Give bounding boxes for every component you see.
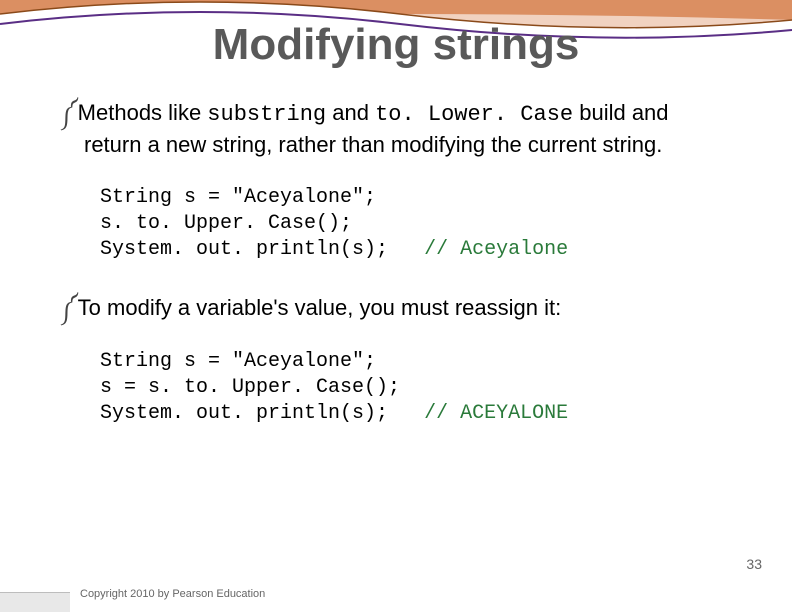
para2-text: To modify a variable's value, you must r…: [78, 295, 562, 320]
code1-comment: // Aceyalone: [424, 238, 568, 261]
code1-l2: s. to. Upper. Case();: [100, 212, 352, 235]
para1-code2: to. Lower. Case: [375, 102, 573, 127]
code2-l1: String s = "Aceyalone";: [100, 350, 376, 373]
slide-title: Modifying strings: [60, 20, 732, 70]
copyright-footer: Copyright 2010 by Pearson Education: [80, 588, 265, 600]
bullet-symbol-2: ༼: [60, 295, 78, 320]
code2-l3a: System. out. println(s);: [100, 402, 424, 425]
para1-mid1: and: [326, 100, 375, 125]
code-block-2: String s = "Aceyalone"; s = s. to. Upper…: [100, 349, 732, 427]
code1-l3a: System. out. println(s);: [100, 238, 424, 261]
page-number: 33: [746, 556, 762, 572]
slide-content: Modifying strings ༼Methods like substrin…: [60, 20, 732, 457]
bullet-1: ༼Methods like substring and to. Lower. C…: [60, 98, 732, 159]
bullet-2: ༼To modify a variable's value, you must …: [60, 293, 732, 323]
para1-pre: Methods like: [78, 100, 208, 125]
para1-code1: substring: [207, 102, 326, 127]
bullet-symbol: ༼: [60, 100, 78, 125]
code2-l2: s = s. to. Upper. Case();: [100, 376, 400, 399]
footer-corner-decoration: [0, 572, 70, 612]
code-block-1: String s = "Aceyalone"; s. to. Upper. Ca…: [100, 185, 732, 263]
code1-l1: String s = "Aceyalone";: [100, 186, 376, 209]
code2-comment: // ACEYALONE: [424, 402, 568, 425]
